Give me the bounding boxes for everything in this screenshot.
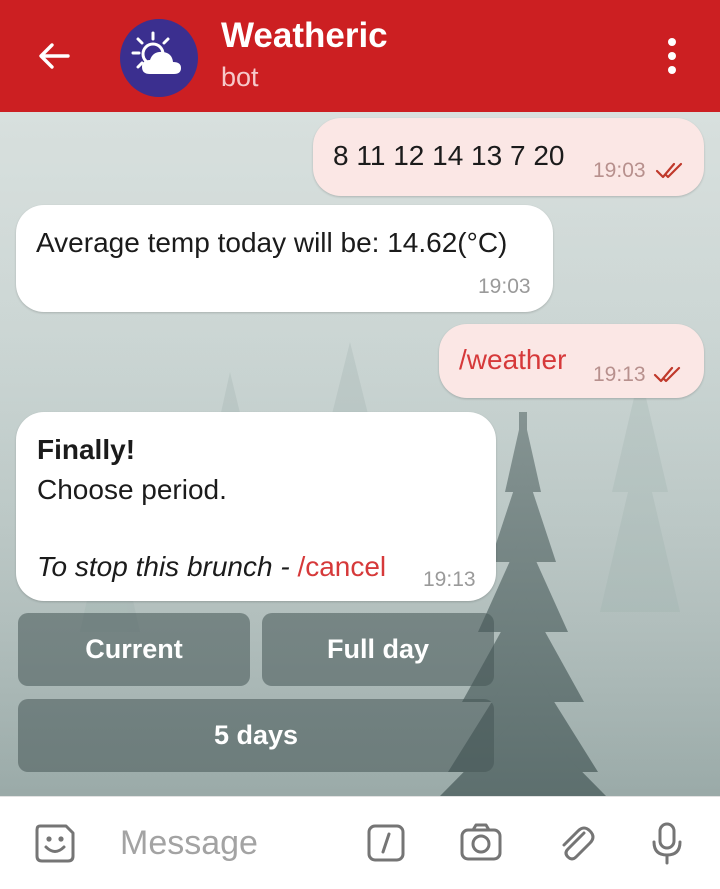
- message-hint: To stop this brunch - /cancel: [37, 551, 386, 583]
- sticker-button[interactable]: [29, 817, 81, 869]
- camera-button[interactable]: [455, 817, 507, 869]
- command-text: /weather: [459, 344, 567, 375]
- hint-text: To stop this brunch -: [37, 551, 298, 582]
- outgoing-message[interactable]: /weather 19:13: [439, 324, 704, 398]
- message-input[interactable]: [120, 821, 340, 865]
- double-check-icon: [655, 162, 683, 179]
- camera-icon: [460, 823, 502, 861]
- attach-icon: [562, 826, 595, 861]
- message-time: 19:03: [593, 159, 646, 182]
- keyboard-button-full-day[interactable]: Full day: [262, 613, 494, 686]
- outgoing-message[interactable]: 8 11 12 14 13 7 20 19:03: [313, 118, 704, 196]
- message-time: 19:13: [423, 568, 476, 591]
- chat-header: Weatheric bot: [0, 0, 720, 112]
- cancel-command-link[interactable]: /cancel: [297, 551, 386, 582]
- message-input-bar: [0, 796, 720, 889]
- sun-cloud-icon: [131, 31, 181, 74]
- bot-command-button[interactable]: [360, 817, 412, 869]
- mic-icon: [652, 822, 682, 865]
- bot-command-icon: [367, 824, 405, 862]
- message-text: Average temp today will be: 14.62(°C): [36, 227, 508, 258]
- avatar[interactable]: [120, 19, 198, 97]
- message-line: Choose period.: [37, 474, 227, 505]
- keyboard-button-current[interactable]: Current: [18, 613, 250, 686]
- incoming-message[interactable]: Average temp today will be: 14.62(°C) 19…: [16, 205, 553, 312]
- menu-button[interactable]: [650, 30, 694, 82]
- message-title: Finally!: [37, 434, 136, 465]
- attach-button[interactable]: [550, 817, 602, 869]
- chat-title[interactable]: Weatheric: [221, 16, 388, 56]
- message-time: 19:13: [593, 363, 646, 386]
- more-vertical-icon: [668, 38, 676, 74]
- keyboard-button-5-days[interactable]: 5 days: [18, 699, 494, 772]
- mic-button[interactable]: [641, 817, 693, 869]
- incoming-message[interactable]: Finally! Choose period. To stop this bru…: [16, 412, 496, 601]
- sticker-icon: [35, 824, 75, 863]
- chat-area[interactable]: 8 11 12 14 13 7 20 19:03 Average temp to…: [0, 112, 720, 796]
- message-time: 19:03: [478, 275, 531, 298]
- message-text: 8 11 12 14 13 7 20: [333, 140, 565, 171]
- double-check-icon: [653, 366, 681, 383]
- back-button[interactable]: [28, 30, 80, 82]
- chat-subtitle: bot: [221, 62, 259, 92]
- arrow-left-icon: [39, 43, 70, 69]
